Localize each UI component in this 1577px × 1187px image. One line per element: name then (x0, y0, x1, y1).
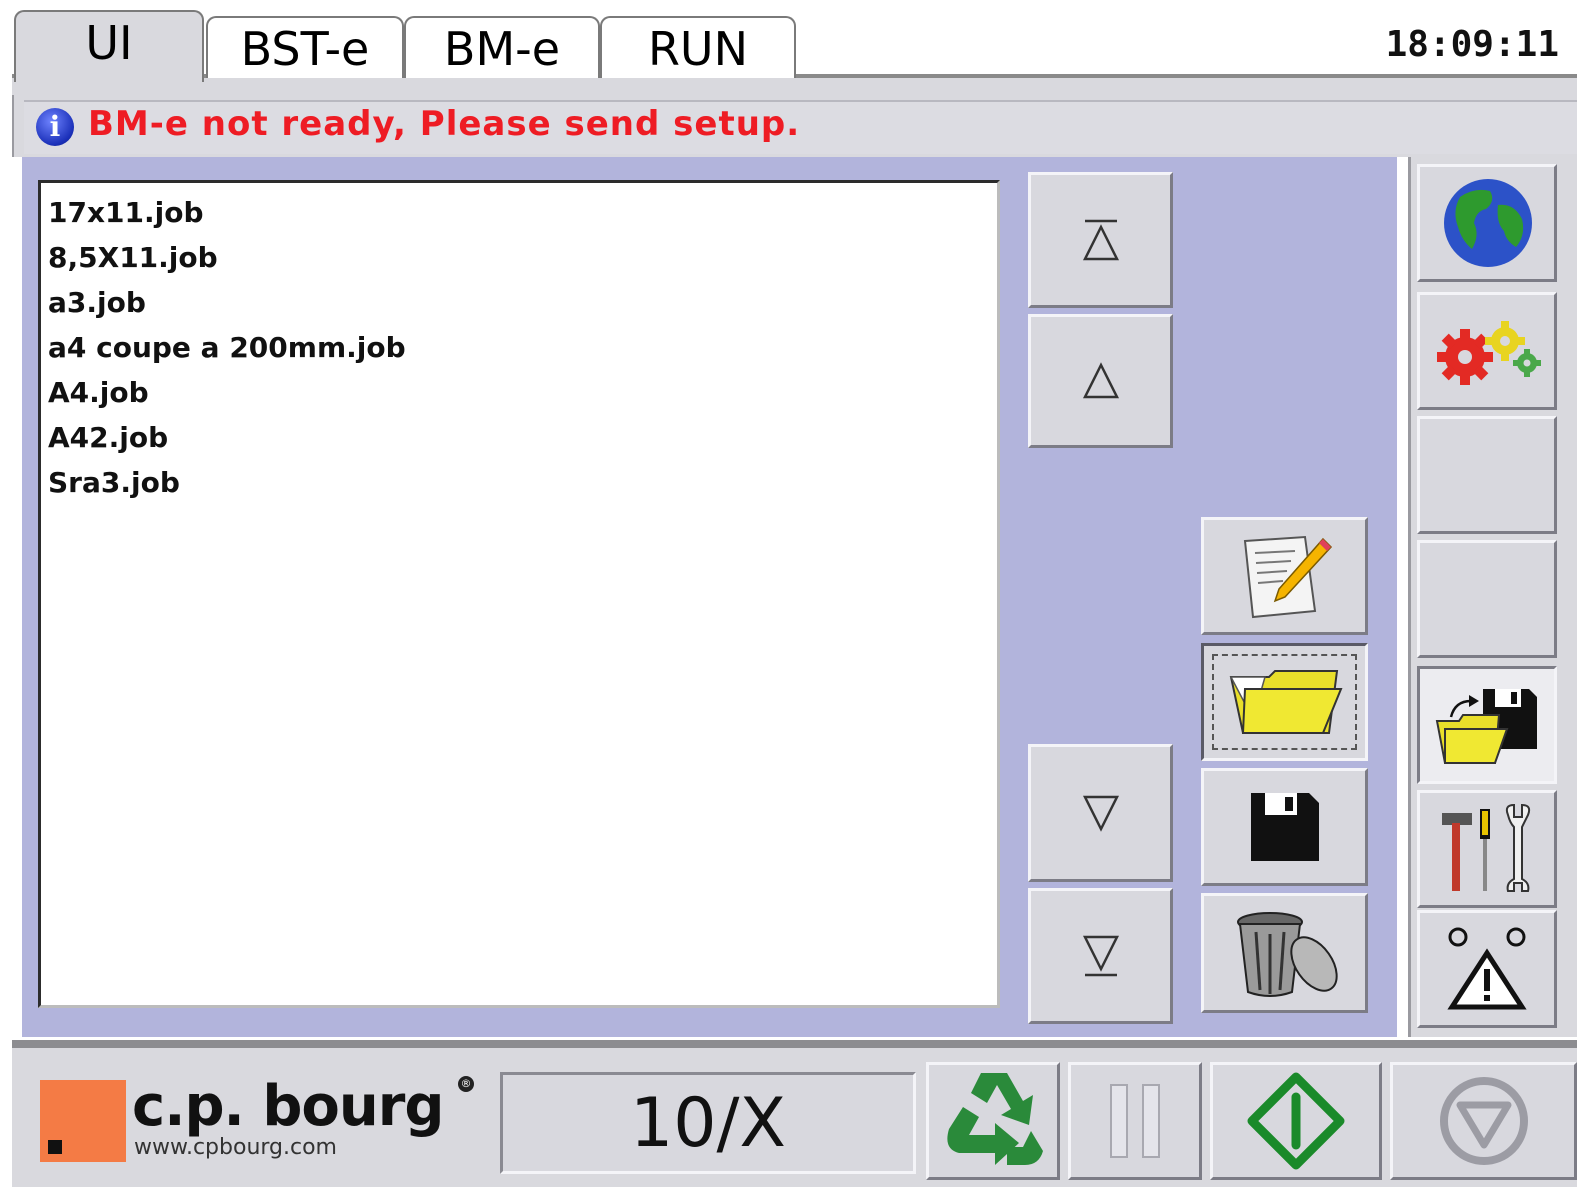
logo-registered-mark: ® (458, 1076, 474, 1092)
list-item[interactable]: a4 coupe a 200mm.job (48, 331, 406, 364)
delete-job-button[interactable] (1201, 893, 1368, 1013)
blank-button[interactable] (1417, 416, 1557, 534)
language-button[interactable] (1417, 164, 1557, 282)
list-item[interactable]: A42.job (48, 421, 168, 454)
logo-mark-dot (48, 1140, 62, 1154)
scroll-top-icon (1082, 219, 1119, 261)
blank-button[interactable] (1417, 540, 1557, 658)
save-job-button[interactable] (1201, 768, 1368, 886)
stop-button[interactable] (1390, 1062, 1577, 1180)
recycle-button[interactable] (926, 1062, 1060, 1180)
tab-ui[interactable]: UI (14, 10, 204, 82)
logo-text: c.p. bourg (132, 1074, 444, 1139)
warning-icon (1447, 927, 1527, 1010)
clock: 18:09:11 (1385, 24, 1559, 65)
globe-icon (1444, 179, 1532, 267)
gears-icon (1437, 321, 1541, 385)
bottom-divider (12, 1040, 1577, 1048)
logo-url: www.cpbourg.com (134, 1135, 337, 1160)
save-disk-icon (1250, 793, 1319, 861)
list-item[interactable]: 17x11.job (48, 196, 204, 229)
start-icon (1247, 1072, 1345, 1170)
trash-icon (1236, 912, 1338, 997)
scroll-down-button[interactable] (1028, 744, 1173, 882)
list-item[interactable]: Sra3.job (48, 466, 180, 499)
tab-bm-e[interactable]: BM-e (404, 16, 600, 78)
info-icon: i (36, 108, 74, 146)
tab-bst-e[interactable]: BST-e (206, 16, 404, 78)
scroll-down-icon (1082, 795, 1119, 832)
open-job-button[interactable] (1201, 643, 1368, 761)
scroll-up-button[interactable] (1028, 314, 1173, 448)
tab-run[interactable]: RUN (600, 16, 796, 78)
load-save-icon (1435, 689, 1537, 764)
list-item[interactable]: a3.job (48, 286, 146, 319)
scroll-top-button[interactable] (1028, 172, 1173, 308)
pause-button[interactable] (1068, 1062, 1202, 1180)
alarm-button[interactable] (1417, 910, 1557, 1028)
pause-icon (1110, 1084, 1160, 1158)
settings-button[interactable] (1417, 292, 1557, 410)
edit-icon (1243, 535, 1332, 619)
batch-counter[interactable]: 10/X (500, 1072, 916, 1174)
job-list[interactable] (38, 180, 1000, 1008)
tools-button[interactable] (1417, 790, 1557, 908)
scroll-up-icon (1082, 362, 1119, 399)
edit-job-button[interactable] (1201, 517, 1368, 635)
scroll-bottom-button[interactable] (1028, 888, 1173, 1024)
recycle-icon (947, 1073, 1043, 1165)
open-folder-icon (1229, 670, 1342, 734)
start-button[interactable] (1210, 1062, 1382, 1180)
list-item[interactable]: 8,5X11.job (48, 241, 218, 274)
list-item[interactable]: A4.job (48, 376, 149, 409)
status-message: BM-e not ready, Please send setup. (88, 104, 801, 144)
scroll-bottom-icon (1082, 935, 1119, 977)
job-manager-button[interactable] (1417, 666, 1557, 784)
stop-icon (1439, 1077, 1528, 1165)
tools-icon (1442, 803, 1531, 892)
